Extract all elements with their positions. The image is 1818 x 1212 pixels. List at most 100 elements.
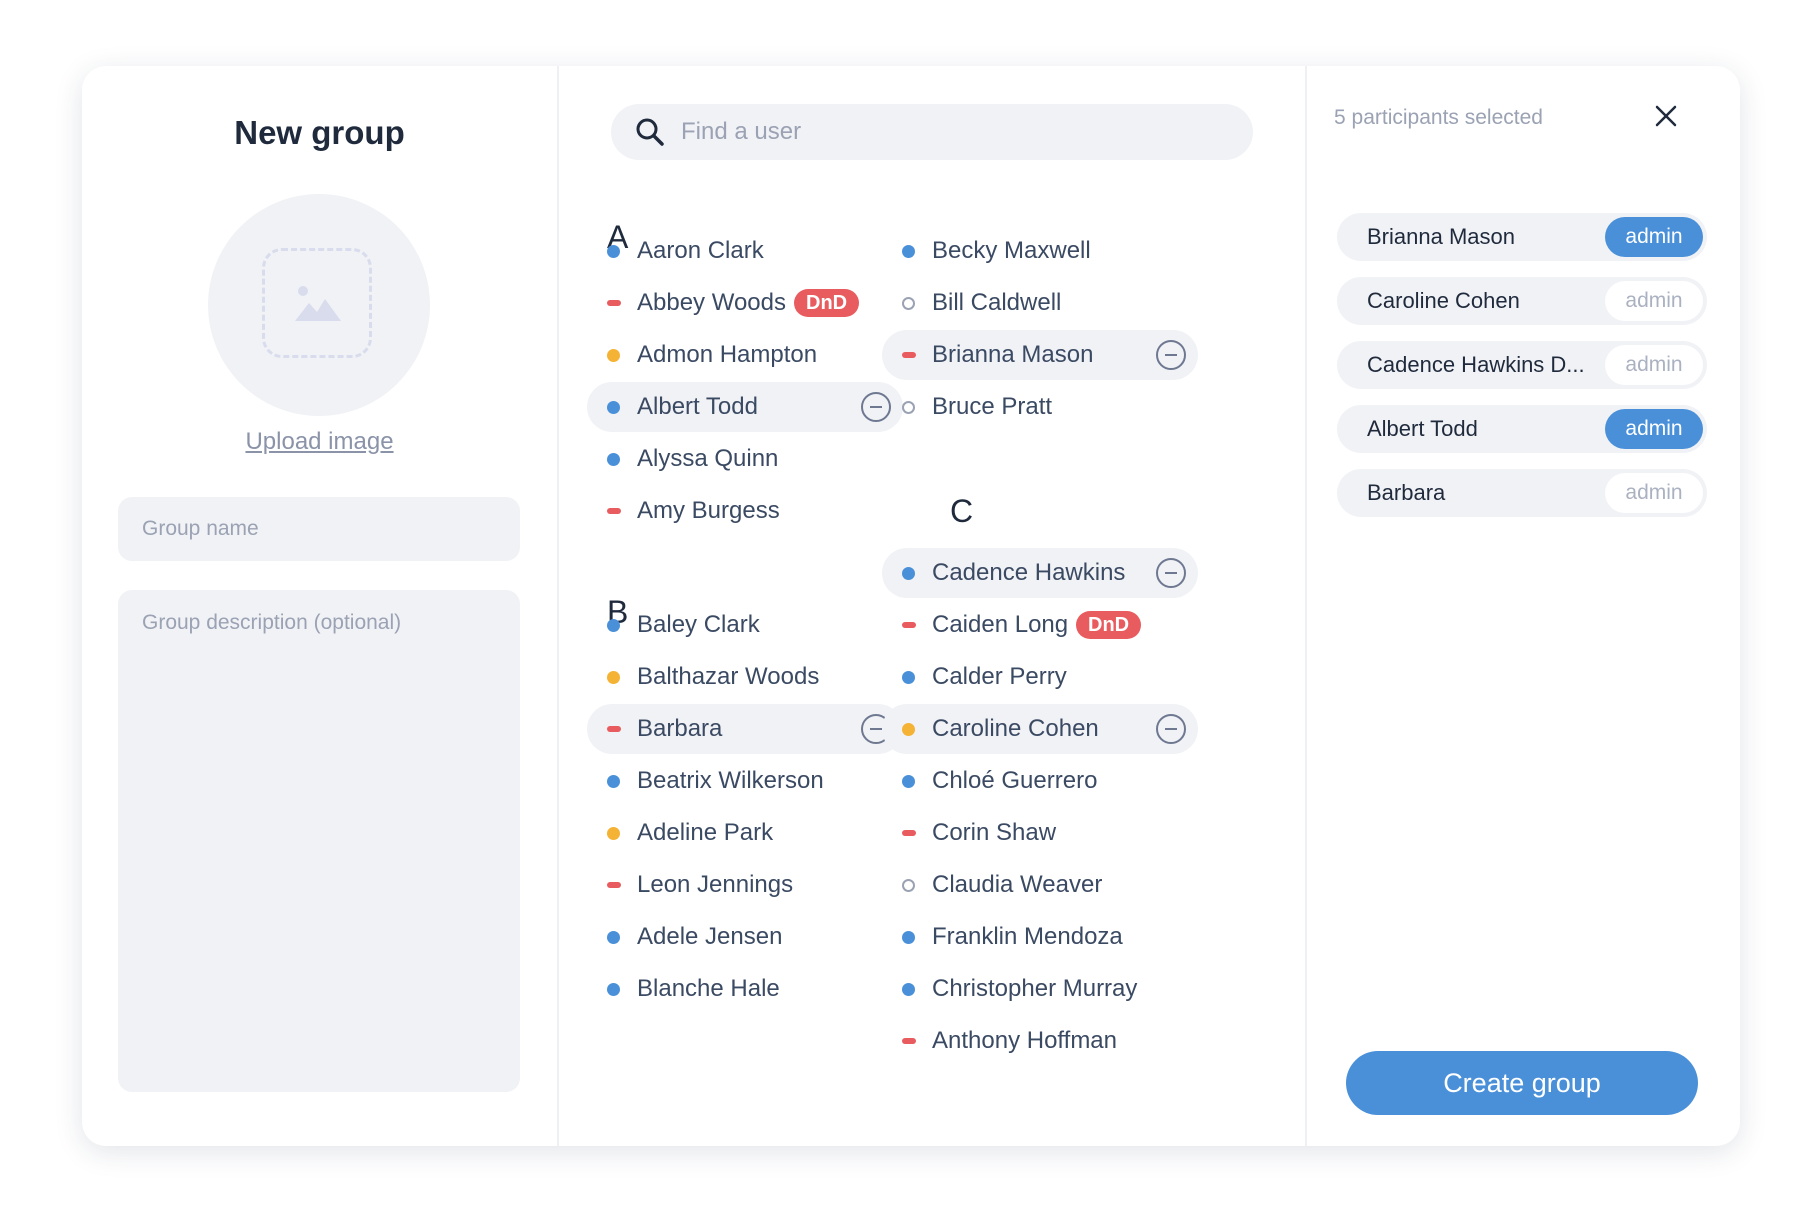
user-row[interactable]: Chloé Guerrero (882, 756, 1198, 806)
user-row[interactable]: Aaron Clark (587, 226, 903, 276)
status-dnd-indicator (607, 300, 621, 306)
status-dnd-indicator (607, 882, 621, 888)
participant-name: Brianna Mason (1367, 224, 1515, 249)
image-icon (295, 286, 341, 321)
user-row[interactable]: Barbara (587, 704, 903, 754)
user-row[interactable]: Cadence Hawkins (882, 548, 1198, 598)
status-online-indicator (902, 671, 915, 684)
group-name-input[interactable]: Group name (118, 497, 520, 561)
search-icon (636, 118, 664, 146)
user-row[interactable]: Becky Maxwell (882, 226, 1198, 276)
status-away-indicator (902, 723, 915, 736)
status-online-indicator (607, 931, 620, 944)
user-name: Leon Jennings (637, 871, 794, 898)
status-dnd-indicator (902, 1038, 916, 1044)
user-name: Beatrix Wilkerson (637, 767, 824, 794)
user-row[interactable]: Beatrix Wilkerson (587, 756, 903, 806)
admin-toggle[interactable]: admin (1605, 217, 1703, 257)
dialog-title: New group (234, 114, 405, 151)
participant-chip[interactable]: Brianna Mason admin (1337, 213, 1707, 261)
user-name: Caroline Cohen (932, 715, 1099, 742)
create-group-button[interactable]: Create group (1346, 1051, 1698, 1115)
user-name: Baley Clark (637, 611, 760, 638)
participant-chip[interactable]: Caroline Cohen admin (1337, 277, 1707, 325)
admin-toggle[interactable]: admin (1605, 345, 1703, 385)
user-row[interactable]: Corin Shaw (882, 808, 1198, 858)
user-row[interactable]: Claudia Weaver (882, 860, 1198, 910)
user-name: Cadence Hawkins (932, 559, 1126, 586)
participant-chip[interactable]: Barbara admin (1337, 469, 1707, 517)
user-row[interactable]: Amy Burgess (587, 486, 903, 536)
user-row[interactable]: Leon Jennings (587, 860, 903, 910)
remove-user-icon[interactable] (1156, 558, 1186, 588)
upload-image-link[interactable]: Upload image (82, 428, 557, 456)
group-description-input[interactable]: Group description (optional) (118, 590, 520, 1092)
user-name: Albert Todd (637, 393, 758, 420)
user-row[interactable]: Balthazar Woods (587, 652, 903, 702)
user-row[interactable]: Caroline Cohen (882, 704, 1198, 754)
status-dnd-indicator (902, 830, 916, 836)
user-name: Calder Perry (932, 663, 1067, 690)
dnd-badge: DnD (1076, 611, 1142, 639)
status-away-indicator (607, 671, 620, 684)
participant-chip[interactable]: Albert Todd admin (1337, 405, 1707, 453)
status-dnd-indicator (902, 622, 916, 628)
close-icon[interactable] (1653, 103, 1679, 129)
user-name: Corin Shaw (932, 819, 1057, 846)
admin-toggle[interactable]: admin (1605, 409, 1703, 449)
user-row[interactable]: Blanche Hale (587, 964, 903, 1014)
user-row[interactable]: Abbey Woods DnD (587, 278, 903, 328)
status-offline-indicator (902, 879, 915, 892)
status-online-indicator (607, 983, 620, 996)
user-row[interactable]: Adele Jensen (587, 912, 903, 962)
new-group-dialog: New group Upload image Group name Group … (82, 66, 1740, 1146)
admin-toggle[interactable]: admin (1605, 473, 1703, 513)
user-name: Balthazar Woods (637, 663, 820, 690)
user-row[interactable]: Admon Hampton (587, 330, 903, 380)
status-online-indicator (902, 775, 915, 788)
remove-user-icon[interactable] (1156, 340, 1186, 370)
user-row[interactable]: Brianna Mason (882, 330, 1198, 380)
participant-name: Barbara (1367, 480, 1446, 505)
search-bar[interactable]: Find a user (611, 104, 1253, 160)
user-row[interactable]: Adeline Park (587, 808, 903, 858)
user-row[interactable]: Bruce Pratt (882, 382, 1198, 432)
user-name: Admon Hampton (637, 341, 818, 368)
user-row[interactable]: Calder Perry (882, 652, 1198, 702)
participant-name: Cadence Hawkins D... (1367, 352, 1585, 377)
status-online-indicator (607, 453, 620, 466)
participants-count: 5 participants selected (1334, 106, 1543, 129)
user-row[interactable]: Bill Caldwell (882, 278, 1198, 328)
user-row[interactable]: Christopher Murray (882, 964, 1198, 1014)
user-name: Brianna Mason (932, 341, 1094, 368)
status-dnd-indicator (902, 352, 916, 358)
user-row[interactable]: Caiden Long DnD (882, 600, 1198, 650)
user-row[interactable]: Anthony Hoffman (882, 1016, 1198, 1066)
remove-user-icon[interactable] (1156, 714, 1186, 744)
group-avatar-placeholder[interactable] (208, 194, 430, 416)
status-away-indicator (607, 349, 620, 362)
user-name: Aaron Clark (637, 237, 764, 264)
search-input[interactable]: Find a user (681, 104, 801, 160)
user-name: Bill Caldwell (932, 289, 1062, 316)
user-picker-panel: Find a user A B C Aaron Clark Abbey Woods… (557, 66, 1307, 1146)
user-row[interactable]: Franklin Mendoza (882, 912, 1198, 962)
user-row[interactable]: Baley Clark (587, 600, 903, 650)
section-letter-c: C (950, 493, 974, 529)
user-name: Barbara (637, 715, 723, 742)
user-row[interactable]: Albert Todd (587, 382, 903, 432)
user-name: Amy Burgess (637, 497, 780, 524)
status-dnd-indicator (607, 726, 621, 732)
user-name: Claudia Weaver (932, 871, 1103, 898)
status-offline-indicator (902, 401, 915, 414)
participant-chip[interactable]: Cadence Hawkins D... admin (1337, 341, 1707, 389)
user-name: Franklin Mendoza (932, 923, 1123, 950)
user-row[interactable]: Alyssa Quinn (587, 434, 903, 484)
group-details-panel: New group Upload image Group name Group … (82, 66, 559, 1146)
admin-toggle[interactable]: admin (1605, 281, 1703, 321)
image-placeholder-frame (262, 248, 372, 358)
status-online-indicator (607, 401, 620, 414)
status-dnd-indicator (607, 508, 621, 514)
status-online-indicator (902, 983, 915, 996)
user-name: Chloé Guerrero (932, 767, 1098, 794)
